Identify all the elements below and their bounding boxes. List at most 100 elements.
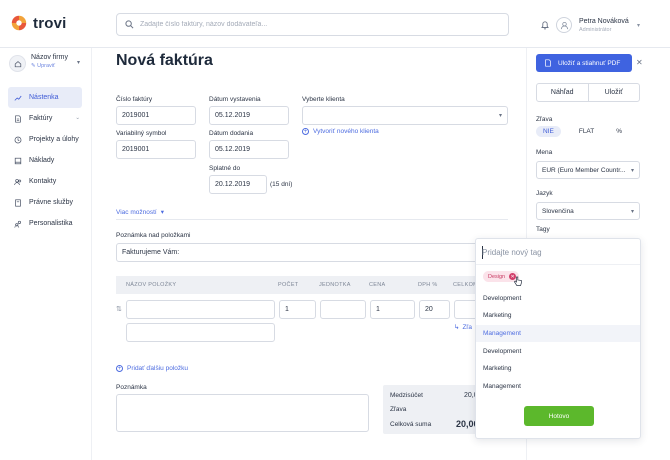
invoice-number-label: Číslo faktúry (116, 96, 153, 103)
chevron-down-icon[interactable]: ▾ (637, 22, 640, 29)
item-vat-field[interactable]: 20 (419, 300, 450, 319)
book-icon (14, 157, 22, 164)
pdf-icon (545, 59, 551, 67)
sidebar-item-kontakty[interactable]: Kontakty (8, 171, 82, 192)
sidebar-item-label: Právne služby (29, 199, 73, 206)
sidebar-item-pravne-sluzby[interactable]: Právne služby (8, 192, 82, 213)
sidebar-item-label: Kontakty (29, 178, 57, 185)
tag-option-highlighted[interactable]: Management (476, 325, 640, 342)
company-edit-link[interactable]: ✎ Upraviť (31, 63, 55, 69)
note-field[interactable] (116, 394, 369, 432)
sidebar-item-label: Nástenka (29, 94, 59, 101)
add-item-label: Pridať ďalšiu položku (127, 365, 188, 372)
preview-save-toggle: Náhľad Uložiť (536, 83, 640, 102)
bell-icon[interactable] (540, 20, 550, 30)
item-discount-label: Zľa (462, 323, 472, 331)
discount-panel-label: Zľava (536, 116, 553, 123)
divider (476, 264, 640, 265)
discount-arrow-icon: ↳ (454, 324, 460, 331)
col-header-qty: POČET (278, 282, 299, 288)
divider (116, 219, 508, 220)
item-price-field[interactable]: 1 (370, 300, 415, 319)
save-button[interactable]: Uložiť (587, 84, 640, 101)
issue-date-label: Dátum vystavenia (209, 96, 261, 103)
sidebar-item-label: Projekty a úlohy (29, 136, 79, 143)
total-label: Celková suma (390, 421, 432, 428)
subtotal-label: Medzisúčet (390, 392, 423, 399)
discount-options: NIE FLAT % (536, 126, 640, 137)
discount-option-percent[interactable]: % (616, 128, 622, 135)
tag-option[interactable]: Management (476, 378, 640, 395)
tag-option[interactable]: Development (476, 343, 640, 360)
add-item-link[interactable]: + Pridať ďalšiu položku (116, 365, 188, 372)
new-tag-input[interactable]: Pridajte nový tag (482, 248, 542, 257)
sidebar: Názov firmy ✎ Upraviť ▾ Nástenka Faktúry… (0, 48, 92, 460)
currency-label: Mena (536, 149, 553, 156)
col-header-vat: DPH % (418, 282, 438, 288)
avatar[interactable] (556, 17, 572, 33)
trend-icon (14, 95, 22, 101)
sidebar-item-naklady[interactable]: Náklady (8, 150, 82, 171)
language-label: Jazyk (536, 190, 553, 197)
item-name-field[interactable] (126, 300, 275, 319)
chevron-down-icon: ▾ (630, 209, 634, 215)
chevron-down-icon[interactable]: ▾ (77, 59, 80, 66)
preview-button[interactable]: Náhľad (537, 84, 588, 101)
sidebar-item-label: Náklady (29, 157, 55, 164)
col-header-price: CENA (369, 282, 386, 288)
issue-date-field[interactable]: 05.12.2019 (209, 106, 289, 125)
item-qty-field[interactable]: 1 (279, 300, 316, 319)
tags-label: Tagy (536, 226, 550, 233)
law-icon (15, 198, 21, 207)
tag-option[interactable]: Marketing (476, 307, 640, 324)
plus-circle-icon: + (116, 365, 123, 372)
done-button[interactable]: Hotovo (524, 406, 594, 426)
sidebar-item-nastenka[interactable]: Nástenka (8, 87, 82, 108)
due-days: (15 dní) (270, 181, 293, 188)
tag-option[interactable]: Marketing (476, 360, 640, 377)
more-options-link[interactable]: Viac možností ▾ (116, 208, 164, 217)
sidebar-item-faktury[interactable]: Faktúry ⌄ (8, 108, 82, 129)
tag-option[interactable]: Development (476, 290, 640, 307)
note-above-field[interactable]: Fakturujeme Vám: (116, 243, 508, 262)
invoice-number-field[interactable]: 2019001 (116, 106, 196, 125)
home-icon (9, 55, 26, 72)
search-input[interactable] (140, 21, 470, 28)
people-icon (14, 220, 22, 228)
item-unit-field[interactable] (320, 300, 366, 319)
chevron-down-icon: ▾ (630, 168, 634, 174)
language-select[interactable]: Slovenčina ▾ (536, 202, 640, 220)
create-client-link[interactable]: + Vytvoriť nového klienta (302, 128, 379, 135)
item-description-field[interactable] (126, 323, 275, 342)
logo[interactable]: trovi (10, 14, 67, 32)
user-name[interactable]: Petra Nováková (579, 18, 629, 25)
delivery-date-field[interactable]: 05.12.2019 (209, 140, 289, 159)
variable-symbol-field[interactable]: 2019001 (116, 140, 196, 159)
brand-name: trovi (33, 14, 67, 32)
company-switcher[interactable]: Názov firmy ✎ Upraviť ▾ (9, 54, 87, 76)
note-label: Poznámka (116, 384, 147, 391)
trovi-logo-icon (11, 15, 27, 31)
plus-circle-icon: + (302, 128, 309, 135)
item-discount-link[interactable]: ↳ Zľa (454, 323, 472, 332)
client-select[interactable]: ▾ (302, 106, 508, 125)
sidebar-nav: Nástenka Faktúry ⌄ Projekty a úlohy Nákl… (8, 87, 82, 234)
search-bar[interactable] (116, 13, 509, 36)
due-date-field[interactable]: 20.12.2019 (209, 175, 267, 194)
hand-cursor-icon (513, 276, 522, 286)
currency-select[interactable]: EUR (Euro Member Countr... ▾ (536, 161, 640, 179)
close-icon[interactable]: ✕ (636, 58, 643, 67)
currency-value: EUR (Euro Member Countr... (542, 167, 626, 174)
discount-option-no[interactable]: NIE (536, 126, 561, 137)
sidebar-item-personalistika[interactable]: Personalistika (8, 213, 82, 234)
sidebar-item-projekty[interactable]: Projekty a úlohy (8, 129, 82, 150)
drag-handle-icon[interactable]: ⇅ (116, 305, 122, 313)
user-role: Administrátor (579, 27, 612, 33)
discount-option-flat[interactable]: FLAT (579, 128, 594, 135)
client-label: Vyberte klienta (302, 96, 345, 103)
chevron-down-icon: ⌄ (75, 115, 80, 121)
company-name: Názov firmy (31, 54, 68, 61)
save-pdf-button[interactable]: Uložiť a stiahnuť PDF (536, 54, 632, 72)
col-header-name: NÁZOV POLOŽKY (126, 282, 177, 288)
create-client-label: Vytvoriť nového klienta (313, 128, 379, 135)
